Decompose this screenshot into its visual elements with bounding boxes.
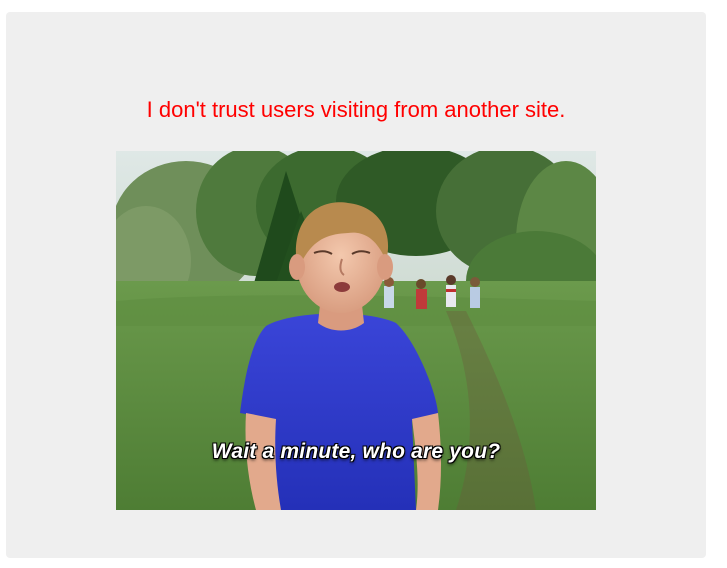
content-card: I don't trust users visiting from anothe… — [6, 12, 706, 558]
warning-message: I don't trust users visiting from anothe… — [146, 97, 566, 122]
meme-caption: Wait a minute, who are you? — [211, 440, 501, 463]
meme-image: Wait a minute, who are you? — [116, 151, 596, 510]
